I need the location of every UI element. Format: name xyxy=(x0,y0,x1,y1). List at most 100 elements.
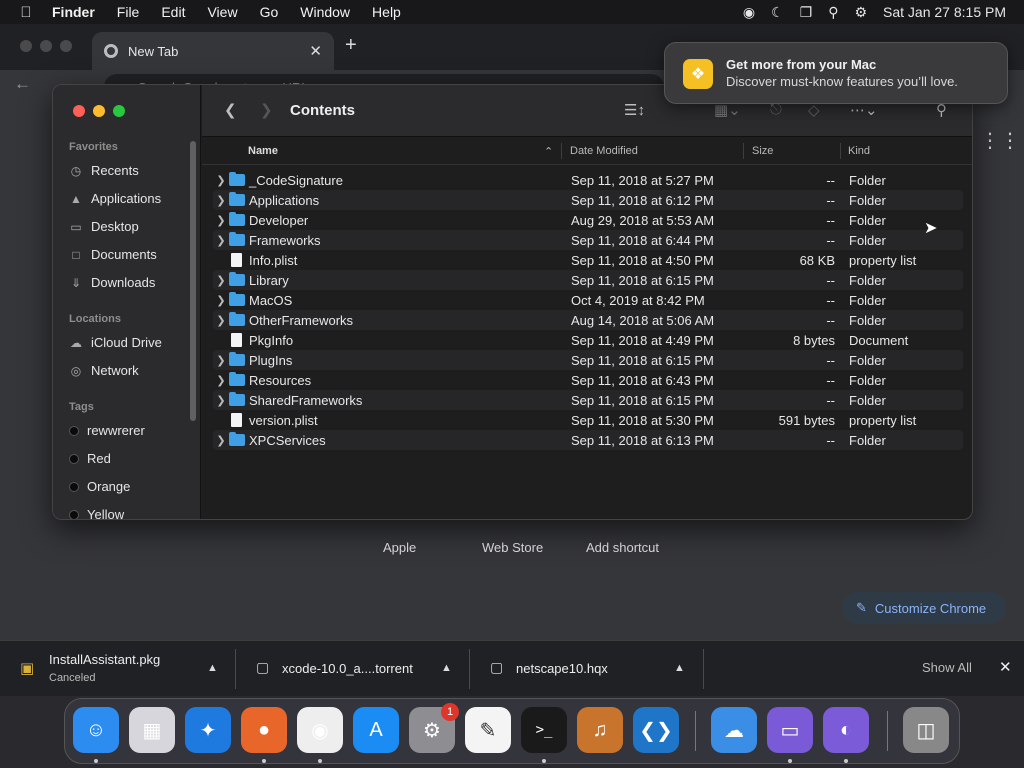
table-row[interactable]: Info.plist Sep 11, 2018 at 4:50 PM 68 KB pr… xyxy=(213,250,963,270)
disclosure-chevron-icon[interactable]: ❯ xyxy=(216,174,226,187)
download-item[interactable]: ▣ InstallAssistant.pkg Canceled ▲ xyxy=(0,641,236,697)
menu-help[interactable]: Help xyxy=(372,4,401,20)
control-center-icon[interactable]: ⚙ xyxy=(854,4,867,21)
display-icon[interactable]: ❐ xyxy=(800,4,813,21)
tor-status-icon[interactable]: ◉ xyxy=(743,4,755,21)
disclosure-chevron-icon[interactable]: ❯ xyxy=(216,234,226,247)
sidebar-tag-red[interactable]: Red xyxy=(69,451,111,466)
customize-chrome-button[interactable]: ✎ Customize Chrome xyxy=(842,592,1006,624)
shortcut-apple[interactable]: Apple xyxy=(383,540,416,555)
menu-finder[interactable]: Finder xyxy=(52,4,95,20)
sidebar-item-desktop[interactable]: ▭ Desktop xyxy=(69,219,138,234)
table-row[interactable]: ❯ Library Sep 11, 2018 at 6:15 PM -- Folder xyxy=(213,270,963,290)
app-store-app-icon[interactable]: A xyxy=(353,707,399,753)
table-row[interactable]: ❯ Resources Sep 11, 2018 at 6:43 PM -- Folde… xyxy=(213,370,963,390)
table-row[interactable]: ❯ PlugIns Sep 11, 2018 at 6:15 PM -- Folder xyxy=(213,350,963,370)
sidebar-tag-orange[interactable]: Orange xyxy=(69,479,130,494)
table-row[interactable]: ❯ Developer Aug 29, 2018 at 5:53 AM -- Folde… xyxy=(213,210,963,230)
download-item[interactable]: ▢ netscape10.hqx ▲ xyxy=(470,641,704,697)
spotlight-search-icon[interactable]: ⚲ xyxy=(828,4,838,21)
shortcut-add[interactable]: Add shortcut xyxy=(586,540,659,555)
zoom-button[interactable] xyxy=(113,105,125,117)
chevron-up-icon[interactable]: ▲ xyxy=(441,662,452,674)
finder-app-icon[interactable]: ☺ xyxy=(73,707,119,753)
table-row[interactable]: ❯ Applications Sep 11, 2018 at 6:12 PM -- Fo… xyxy=(213,190,963,210)
disclosure-chevron-icon[interactable]: ❯ xyxy=(216,394,226,407)
sidebar-item-downloads[interactable]: ⇓ Downloads xyxy=(69,275,155,290)
weather-app-icon[interactable]: ☁ xyxy=(711,707,757,753)
disclosure-chevron-icon[interactable]: ❯ xyxy=(216,294,226,307)
column-name[interactable]: Name xyxy=(248,145,278,157)
show-all-button[interactable]: Show All xyxy=(922,660,972,675)
chrome-minimize-button[interactable] xyxy=(40,40,52,52)
table-row[interactable]: PkgInfo Sep 11, 2018 at 4:49 PM 8 bytes Doc… xyxy=(213,330,963,350)
notification-banner[interactable]: ❖ Get more from your Mac Discover must-k… xyxy=(664,42,1008,104)
forward-chevron-icon[interactable]: ❯ xyxy=(260,101,273,119)
chrome-close-button[interactable] xyxy=(20,40,32,52)
disclosure-chevron-icon[interactable]: ❯ xyxy=(216,214,226,227)
disclosure-chevron-icon[interactable]: ❯ xyxy=(216,194,226,207)
chevron-up-icon[interactable]: ▲ xyxy=(674,662,685,674)
terminal-app-icon[interactable]: >_ xyxy=(521,707,567,753)
sidebar-item-recents[interactable]: ◷ Recents xyxy=(69,163,139,178)
tab-new-tab[interactable]: New Tab ✕ xyxy=(92,32,334,70)
chevron-up-icon[interactable]: ▲ xyxy=(207,662,218,674)
sidebar-item-network[interactable]: ◎ Network xyxy=(69,363,139,378)
column-kind[interactable]: Kind xyxy=(848,145,870,157)
folder-icon xyxy=(229,212,245,226)
column-size[interactable]: Size xyxy=(752,145,773,157)
apple-menu-icon[interactable]:  xyxy=(0,4,52,21)
table-row[interactable]: ❯ Frameworks Sep 11, 2018 at 6:44 PM -- Fold… xyxy=(213,230,963,250)
disclosure-chevron-icon[interactable]: ❯ xyxy=(216,434,226,447)
launchpad-app-icon[interactable]: ▦ xyxy=(129,707,175,753)
xcode-utility-app-icon[interactable]: ▭ xyxy=(767,707,813,753)
system-settings-app-icon[interactable]: ⚙ 1 xyxy=(409,703,459,753)
table-row[interactable]: ❯ SharedFrameworks Sep 11, 2018 at 6:15 PM… xyxy=(213,390,963,410)
sidebar-tag[interactable]: rewwrerer xyxy=(69,423,145,438)
garageband-app-icon[interactable]: ♫ xyxy=(577,707,623,753)
clock-text[interactable]: Sat Jan 27 8:15 PM xyxy=(883,4,1006,20)
focus-moon-icon[interactable]: ☾ xyxy=(771,4,784,21)
disclosure-chevron-icon[interactable]: ❯ xyxy=(216,354,226,367)
bittorrent-app-icon[interactable]: ◐ xyxy=(823,707,869,753)
shortcut-web-store[interactable]: Web Store xyxy=(482,540,543,555)
chrome-app-icon[interactable]: ◉ xyxy=(297,707,343,753)
back-arrow-icon[interactable]: ← xyxy=(14,74,31,94)
trash-app-icon[interactable]: ◫ xyxy=(903,707,949,753)
close-shelf-icon[interactable]: ✕ xyxy=(999,658,1012,676)
sidebar-item-documents[interactable]: □ Documents xyxy=(69,247,156,262)
download-item[interactable]: ▢ xcode-10.0_a....torrent ▲ xyxy=(236,641,470,697)
firefox-app-icon[interactable]: ● xyxy=(241,707,287,753)
tag-label: rewwrerer xyxy=(87,423,145,438)
textedit-app-icon[interactable]: ✎ xyxy=(465,707,511,753)
sidebar-item-icloud-drive[interactable]: ☁ iCloud Drive xyxy=(69,335,162,350)
sidebar-tag-yellow[interactable]: Yellow xyxy=(69,507,124,519)
sort-chevron-up-icon[interactable]: ⌃ xyxy=(544,145,553,158)
table-row[interactable]: version.plist Sep 11, 2018 at 5:30 PM 591 … xyxy=(213,410,963,430)
table-row[interactable]: ❯ _CodeSignature Sep 11, 2018 at 5:27 PM --… xyxy=(213,170,963,190)
table-row[interactable]: ❯ OtherFrameworks Aug 14, 2018 at 5:06 AM -… xyxy=(213,310,963,330)
menu-file[interactable]: File xyxy=(117,4,140,20)
sidebar-item-applications[interactable]: ▲ Applications xyxy=(69,191,161,206)
table-row[interactable]: ❯ XPCServices Sep 11, 2018 at 6:13 PM -- Fol… xyxy=(213,430,963,450)
close-button[interactable] xyxy=(73,105,85,117)
safari-app-icon[interactable]: ✦ xyxy=(185,707,231,753)
table-row[interactable]: ❯ MacOS Oct 4, 2019 at 8:42 PM -- Folder xyxy=(213,290,963,310)
column-date-modified[interactable]: Date Modified xyxy=(570,145,638,157)
list-view-icon[interactable]: ☰↕ xyxy=(624,101,645,119)
menu-window[interactable]: Window xyxy=(300,4,350,20)
disclosure-chevron-icon[interactable]: ❯ xyxy=(216,314,226,327)
menu-go[interactable]: Go xyxy=(260,4,279,20)
menu-edit[interactable]: Edit xyxy=(161,4,185,20)
minimize-button[interactable] xyxy=(93,105,105,117)
sidebar-scrollbar[interactable] xyxy=(190,141,196,421)
vscode-app-icon[interactable]: ❮❯ xyxy=(633,707,679,753)
tab-close-icon[interactable]: ✕ xyxy=(309,42,322,60)
menu-view[interactable]: View xyxy=(207,4,237,20)
chrome-zoom-button[interactable] xyxy=(60,40,72,52)
disclosure-chevron-icon[interactable]: ❯ xyxy=(216,274,226,287)
back-chevron-icon[interactable]: ❮ xyxy=(224,101,237,119)
apps-grid-icon[interactable]: ⋮⋮⋮ xyxy=(980,128,1024,153)
new-tab-plus-icon[interactable]: + xyxy=(345,34,357,57)
disclosure-chevron-icon[interactable]: ❯ xyxy=(216,374,226,387)
